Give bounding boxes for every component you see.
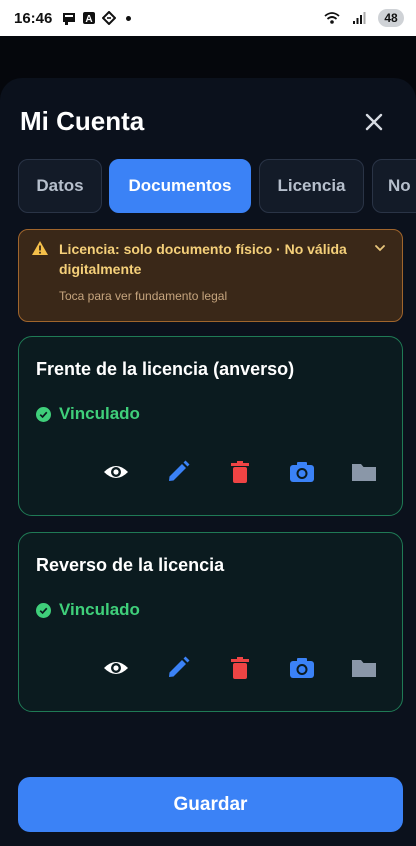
tab-datos[interactable]: Datos bbox=[18, 159, 102, 213]
folder-icon[interactable] bbox=[347, 651, 381, 685]
warning-icon bbox=[32, 241, 48, 255]
document-title: Frente de la licencia (anverso) bbox=[36, 359, 295, 379]
wifi-icon bbox=[324, 12, 340, 24]
status-bar: 16:46 A 48 bbox=[0, 0, 416, 36]
close-icon[interactable] bbox=[360, 108, 388, 136]
page-title: Mi Cuenta bbox=[20, 106, 145, 136]
camera-icon[interactable] bbox=[285, 455, 319, 489]
signal-icon bbox=[353, 12, 366, 24]
document-status-label: Vinculado bbox=[59, 600, 140, 619]
warning-hint: Toca para ver fundamento legal bbox=[59, 289, 228, 303]
status-time: 16:46 bbox=[14, 9, 53, 27]
document-actions bbox=[99, 651, 389, 685]
delete-icon[interactable] bbox=[223, 651, 257, 685]
camera-icon[interactable] bbox=[285, 651, 319, 685]
delete-icon[interactable] bbox=[223, 455, 257, 489]
document-card-back: Reverso de la licencia Vinculado bbox=[18, 532, 403, 712]
document-status: Vinculado bbox=[36, 600, 140, 620]
a-icon: A bbox=[83, 12, 96, 25]
document-actions bbox=[99, 455, 389, 489]
document-title: Reverso de la licencia bbox=[36, 555, 225, 575]
edit-icon[interactable] bbox=[161, 455, 195, 489]
check-circle-icon bbox=[36, 602, 51, 618]
notification-icon bbox=[63, 13, 76, 25]
tab-bar: Datos Documentos Licencia No bbox=[18, 159, 416, 215]
document-status-label: Vinculado bbox=[59, 404, 140, 423]
view-icon[interactable] bbox=[99, 455, 133, 489]
tab-overflow[interactable]: No bbox=[372, 159, 416, 213]
battery-indicator: 48 bbox=[378, 9, 404, 27]
folder-icon[interactable] bbox=[347, 455, 381, 489]
save-button[interactable]: Guardar bbox=[18, 777, 403, 832]
check-circle-icon bbox=[36, 406, 51, 422]
legal-warning-banner[interactable]: Licencia: solo documento físico · No vál… bbox=[18, 229, 403, 322]
more-notifications-dot bbox=[126, 15, 132, 21]
location-icon bbox=[102, 11, 117, 25]
edit-icon[interactable] bbox=[161, 651, 195, 685]
chevron-down-icon[interactable] bbox=[373, 241, 387, 255]
svg-text:A: A bbox=[86, 14, 93, 25]
document-card-front: Frente de la licencia (anverso) Vinculad… bbox=[18, 336, 403, 516]
document-status: Vinculado bbox=[36, 404, 140, 424]
warning-message: Licencia: solo documento físico · No vál… bbox=[59, 241, 347, 277]
tab-licencia[interactable]: Licencia bbox=[259, 159, 364, 213]
view-icon[interactable] bbox=[99, 651, 133, 685]
tab-documentos[interactable]: Documentos bbox=[109, 159, 251, 213]
